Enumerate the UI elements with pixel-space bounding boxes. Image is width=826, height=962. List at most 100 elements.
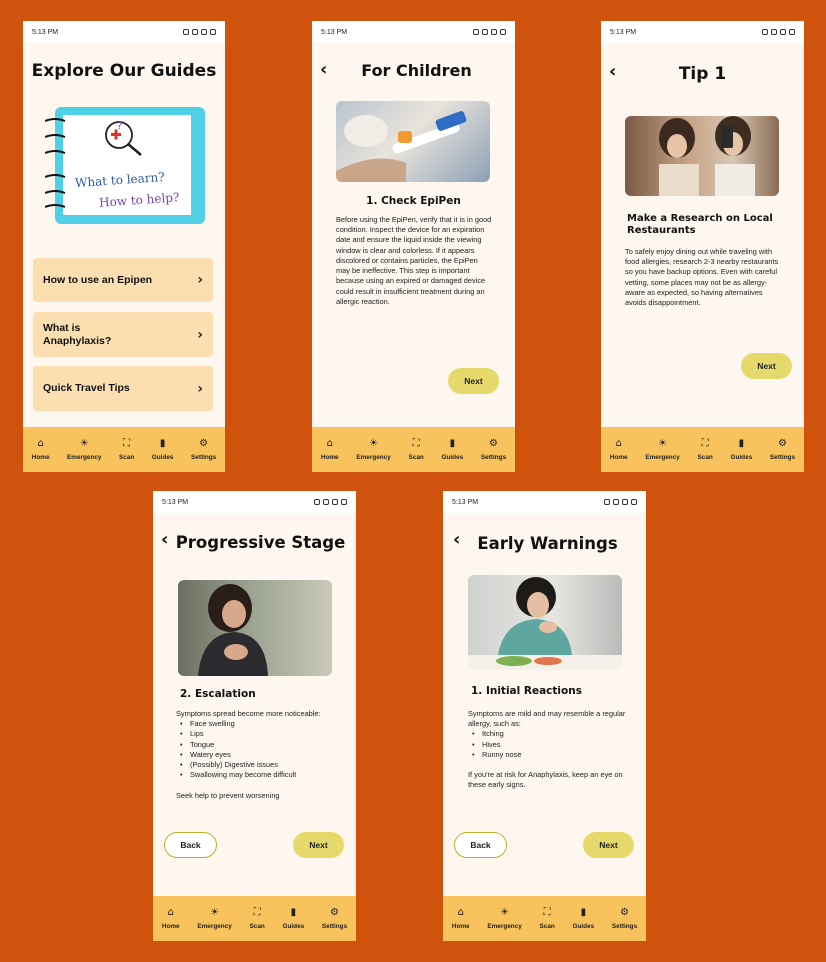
step-outro: Seek help to prevent worsening (176, 790, 280, 800)
restaurant-research-photo (625, 116, 779, 196)
next-button[interactable]: Next (741, 353, 792, 379)
status-bar: 5:13 PM (443, 491, 646, 513)
nav-home[interactable]: ⌂ Home (32, 438, 50, 461)
nav-home[interactable]: ⌂ Home (610, 438, 628, 461)
tip-1-screen: 5:13 PM ‹ Tip 1 Make a Research on Local… (601, 21, 804, 472)
nav-emergency[interactable]: ☀ Emergency (197, 907, 231, 930)
nav-emergency[interactable]: ☀ Emergency (67, 438, 101, 461)
nav-scan[interactable]: ⛶ Scan (250, 907, 265, 930)
list-item: Lips (176, 729, 341, 739)
nav-settings[interactable]: ⚙ Settings (612, 907, 637, 930)
step-title: 1. Initial Reactions (471, 685, 582, 697)
guide-button-label: Quick Travel Tips (43, 382, 130, 395)
scan-icon: ⛶ (412, 438, 420, 449)
guide-button-label: How to use an Epipen (43, 273, 153, 286)
epipen-photo (336, 101, 490, 182)
nav-settings[interactable]: ⚙ Settings (322, 907, 347, 930)
nav-label: Home (609, 454, 628, 461)
nav-emergency[interactable]: ☀ Emergency (487, 907, 521, 930)
woman-itching-photo (468, 575, 622, 670)
bottom-nav: ⌂ Home ☀ Emergency ⛶ Scan ▮ Guides ⚙ Settings (443, 896, 646, 941)
nav-settings[interactable]: ⚙ Settings (191, 438, 216, 461)
nav-home[interactable]: ⌂ Home (162, 907, 180, 930)
nav-label: Settings (769, 454, 796, 461)
alarm-icon: ☀ (79, 438, 89, 449)
nav-guides[interactable]: ▮ Guides (152, 438, 174, 461)
nav-guides[interactable]: ▮ Guides (731, 438, 753, 461)
guide-button-epipen[interactable]: How to use an Epipen › (33, 258, 213, 302)
nav-label: Guides (572, 923, 595, 930)
nav-guides[interactable]: ▮ Guides (442, 438, 464, 461)
nav-scan[interactable]: ⛶ Scan (698, 438, 713, 461)
nav-emergency[interactable]: ☀ Emergency (645, 438, 679, 461)
status-bar: 5:13 PM (312, 21, 515, 43)
nav-label: Home (320, 454, 339, 461)
status-icons (314, 499, 347, 505)
nav-scan[interactable]: ⛶ Scan (409, 438, 424, 461)
symptom-list: Itching Hives Runny nose (468, 729, 628, 760)
step-title: 1. Check EpiPen (366, 195, 461, 207)
nav-guides[interactable]: ▮ Guides (283, 907, 305, 930)
status-bar: 5:13 PM (23, 21, 225, 43)
woman-breathing-difficulty-photo (178, 580, 332, 676)
chevron-right-icon: › (197, 326, 203, 343)
guide-button-label: What is Anaphylaxis? (43, 322, 112, 347)
bottom-nav: ⌂ Home ☀ Emergency ⛶ Scan ▮ Guides ⚙ Settings (153, 896, 356, 941)
nav-label: Settings (321, 923, 348, 930)
nav-home[interactable]: ⌂ Home (321, 438, 339, 461)
status-icons (183, 29, 216, 35)
scan-icon: ⛶ (543, 907, 551, 918)
nav-settings[interactable]: ⚙ Settings (481, 438, 506, 461)
chevron-right-icon: › (197, 272, 203, 288)
nav-label: Emergency (356, 454, 391, 461)
page-title: Explore Our Guides (31, 61, 217, 81)
progressive-stage-screen: 5:13 PM ‹ Progressive Stage 2. Escalatio… (153, 491, 356, 941)
nav-scan[interactable]: ⛶ Scan (119, 438, 134, 461)
list-item: Watery eyes (176, 750, 341, 760)
guide-button-anaphylaxis[interactable]: What is Anaphylaxis? › (33, 312, 213, 357)
notebook-illustration: ? What to learn? How to help? (44, 107, 205, 224)
nav-label: Emergency (645, 454, 680, 461)
status-icons (604, 499, 637, 505)
nav-guides[interactable]: ▮ Guides (573, 907, 595, 930)
home-icon: ⌂ (37, 438, 44, 449)
home-icon: ⌂ (167, 907, 174, 918)
gear-icon: ⚙ (199, 438, 209, 449)
nav-label: Scan (539, 923, 555, 930)
scan-icon: ⛶ (701, 438, 709, 449)
bottom-nav: ⌂ Home ☀ Emergency ⛶ Scan ▮ Guides ⚙ Settings (601, 427, 804, 472)
next-button[interactable]: Next (448, 368, 499, 394)
tip-heading: Make a Research on Local Restaurants (627, 213, 773, 236)
back-button[interactable]: Back (454, 832, 507, 858)
chevron-right-icon: › (197, 380, 203, 397)
home-icon: ⌂ (615, 438, 622, 449)
step-body: Symptoms are mild and may resemble a reg… (468, 709, 628, 791)
status-icons (473, 29, 506, 35)
guide-button-travel-tips[interactable]: Quick Travel Tips › (33, 366, 213, 411)
nav-home[interactable]: ⌂ Home (452, 907, 470, 930)
status-bar: 5:13 PM (153, 491, 356, 513)
next-button[interactable]: Next (293, 832, 344, 858)
list-item: (Possibly) Digestive issues (176, 760, 341, 770)
explore-guides-screen: 5:13 PM Explore Our Guides ? What to lea… (23, 21, 225, 472)
nav-settings[interactable]: ⚙ Settings (770, 438, 795, 461)
book-icon: ▮ (159, 438, 166, 449)
home-icon: ⌂ (326, 438, 333, 449)
nav-label: Guides (282, 923, 305, 930)
list-item: Tongue (176, 740, 341, 750)
page-title: For Children (361, 61, 472, 80)
book-icon: ▮ (738, 438, 745, 449)
nav-label: Emergency (197, 923, 232, 930)
back-button[interactable]: Back (164, 832, 217, 858)
status-time: 5:13 PM (32, 28, 59, 36)
nav-label: Emergency (67, 454, 102, 461)
nav-emergency[interactable]: ☀ Emergency (356, 438, 390, 461)
step-intro: Symptoms spread become more noticeable: (176, 709, 321, 718)
nav-scan[interactable]: ⛶ Scan (540, 907, 555, 930)
svg-text:?: ? (117, 121, 122, 132)
status-icons (762, 29, 795, 35)
bottom-nav: ⌂ Home ☀ Emergency ⛶ Scan ▮ Guides ⚙ Settings (312, 427, 515, 472)
for-children-screen: 5:13 PM ‹ For Children 1. Check EpiPen B… (312, 21, 515, 472)
alarm-icon: ☀ (369, 438, 379, 449)
next-button[interactable]: Next (583, 832, 634, 858)
